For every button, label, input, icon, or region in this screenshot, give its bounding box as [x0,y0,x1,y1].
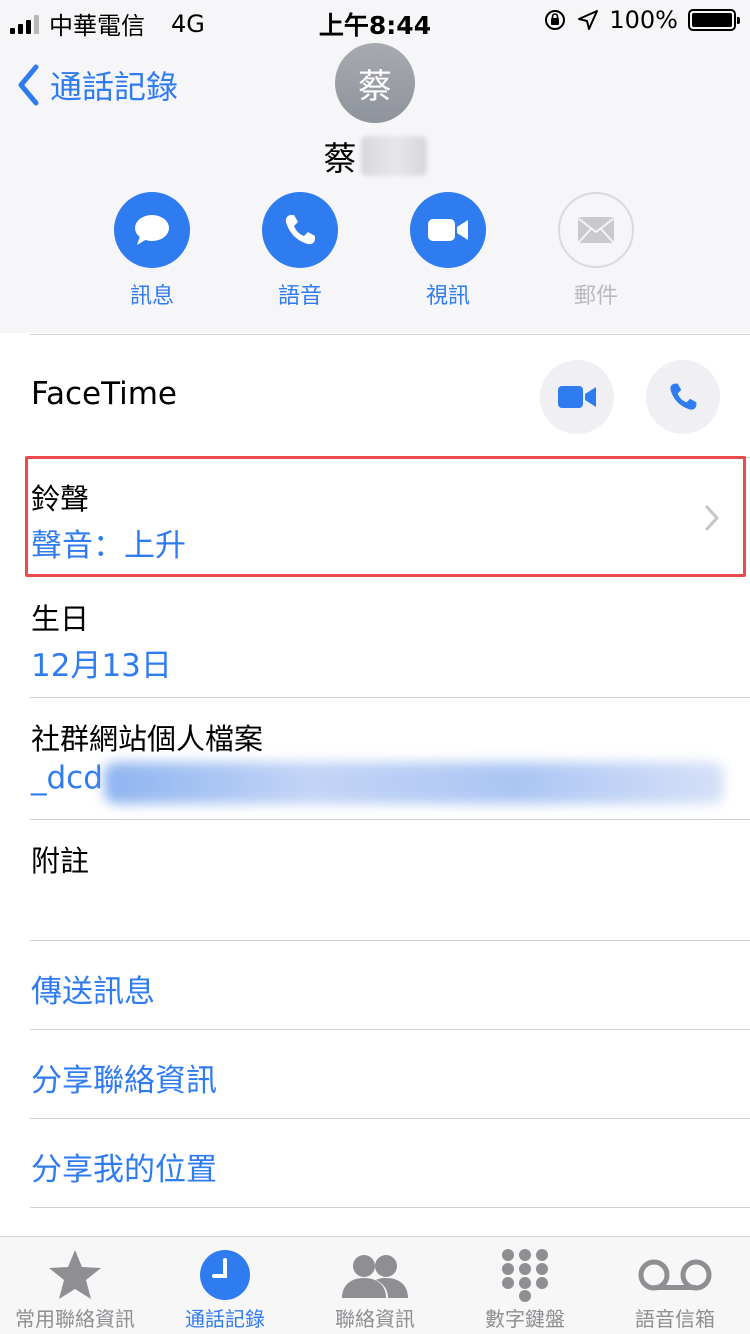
mail-action-button[interactable]: 郵件 [536,192,656,310]
message-action-label: 訊息 [129,284,174,309]
tab-contacts-label: 聯絡資訊 [335,1307,415,1331]
mail-icon [578,217,614,243]
notes-field[interactable] [0,820,750,940]
avatar: 蔡 [335,43,415,123]
back-button[interactable]: 通話記錄 [16,62,178,108]
social-profile-value[interactable]: _dcd [31,760,103,796]
location-arrow-icon [578,10,599,30]
tab-keypad-label: 數字鍵盤 [485,1307,565,1331]
contacts-icon [342,1255,408,1298]
highlight-box [25,456,746,577]
voice-call-action-button[interactable]: 語音 [240,192,360,310]
back-button-label: 通話記錄 [50,68,179,106]
message-action-button[interactable]: 訊息 [92,192,212,310]
star-icon [49,1250,101,1299]
phone-icon [670,383,697,410]
divider [30,940,750,941]
status-bar: 中華電信 4G 上午8:44 100% [0,0,750,40]
mail-action-label: 郵件 [573,284,618,309]
video-camera-icon [558,386,596,408]
facetime-label: FaceTime [31,376,177,412]
battery-icon [688,9,740,31]
tab-recents[interactable]: 通話記錄 [150,1247,300,1332]
tab-recents-label: 通話記錄 [185,1307,265,1331]
video-camera-icon [428,219,468,241]
chevron-left-icon [18,64,39,106]
divider [30,1118,750,1119]
birthday-title: 生日 [31,602,90,636]
redacted-name [360,136,427,176]
social-profile-title: 社群網站個人檔案 [31,722,264,756]
tab-voicemail[interactable]: 語音信箱 [600,1247,750,1332]
redacted-profile-link [104,762,724,804]
voicemail-icon [638,1259,712,1291]
divider [30,697,750,698]
tab-bar: 常用聯絡資訊 通話記錄 聯絡資訊 數字鍵盤 語音信箱 [0,1236,750,1334]
clock-icon [200,1250,250,1300]
divider [30,334,750,335]
rotation-lock-icon [545,10,566,30]
contact-name: 蔡 [0,132,750,180]
divider [30,1207,750,1208]
share-location-link[interactable]: 分享我的位置 [31,1144,217,1189]
tab-voicemail-label: 語音信箱 [635,1307,715,1331]
tab-favorites[interactable]: 常用聯絡資訊 [0,1247,150,1332]
send-message-link[interactable]: 傳送訊息 [31,966,155,1011]
birthday-value[interactable]: 12月13日 [31,640,172,685]
avatar-initial: 蔡 [358,66,392,107]
phone-icon [285,215,315,245]
facetime-video-button[interactable] [540,360,614,434]
video-call-action-button[interactable]: 視訊 [388,192,508,310]
video-call-action-label: 視訊 [425,284,470,309]
contact-name-text: 蔡 [323,139,357,178]
keypad-icon [502,1249,548,1302]
voice-call-action-label: 語音 [277,284,322,309]
facetime-audio-button[interactable] [646,360,720,434]
tab-keypad[interactable]: 數字鍵盤 [450,1247,600,1332]
message-bubble-icon [135,215,169,245]
battery-percent: 100% [609,6,678,34]
contact-detail-screen: 中華電信 4G 上午8:44 100% 通話記錄 蔡 蔡 訊息 語音 視訊 郵件… [0,0,750,1334]
divider [30,1029,750,1030]
tab-favorites-label: 常用聯絡資訊 [15,1307,135,1331]
quick-actions: 訊息 語音 視訊 郵件 [0,192,750,312]
tab-contacts[interactable]: 聯絡資訊 [300,1247,450,1332]
share-contact-link[interactable]: 分享聯絡資訊 [31,1055,217,1100]
